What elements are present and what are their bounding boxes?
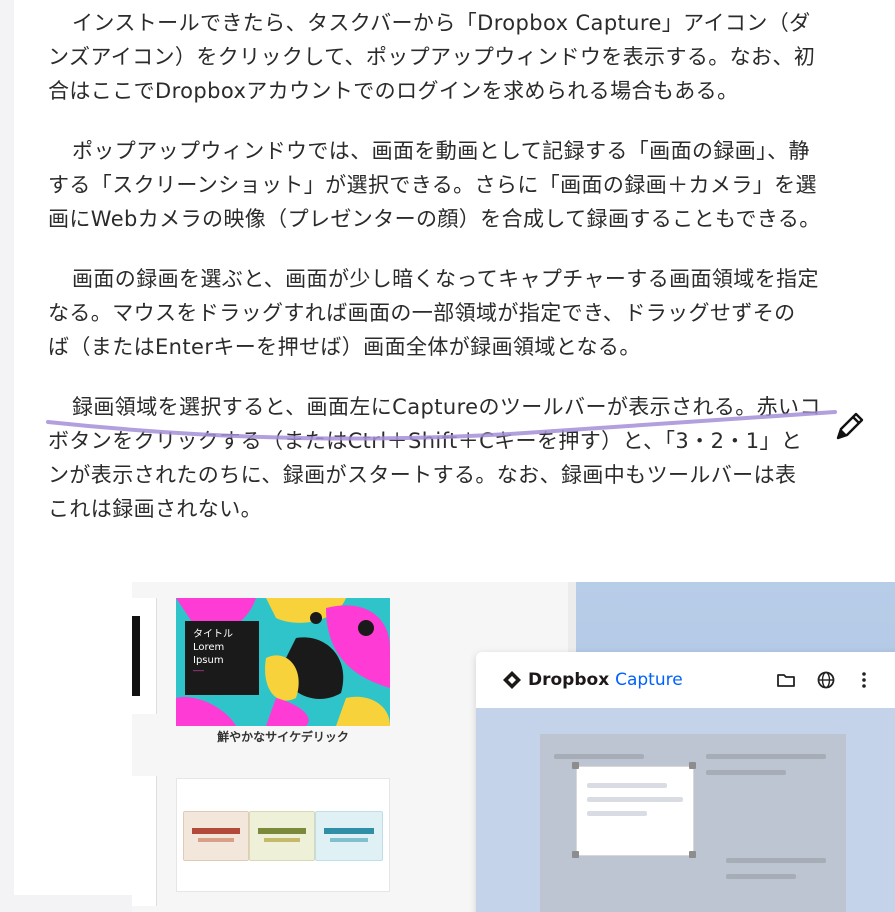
highlight-underline [46, 410, 837, 441]
text-line: ば（またはEnterキーを押せば）画面全体が録画領域となる。 [48, 335, 641, 359]
template-title-line: Lorem [193, 642, 225, 653]
mini-card [315, 811, 383, 861]
text-line: 画にWebカメラの映像（プレゼンターの顔）を合成して録画することもできる。 [48, 207, 821, 231]
selection-handle[interactable] [689, 762, 696, 769]
app-brand: Dropbox Capture [528, 668, 683, 692]
product-name: Capture [615, 670, 683, 690]
template-thumbnail-partial [132, 776, 157, 906]
paragraph-3: 画面の録画を選ぶと、画面が少し暗くなってキャプチャーする画面領域を指定 なる。マ… [48, 262, 895, 364]
text-line: 画面の録画を選ぶと、画面が少し暗くなってキャプチャーする画面領域を指定 [72, 267, 819, 291]
selection-handle[interactable] [572, 851, 579, 858]
paragraph-2: ポップアップウィンドウでは、画面を動画として記録する「画面の録画」、静 する「ス… [48, 134, 895, 236]
template-thumbnail-psychedelic[interactable]: タイトル Lorem Ipsum ─── [176, 598, 390, 726]
template-title-line: Ipsum [193, 655, 224, 666]
mini-card [249, 811, 315, 861]
template-thumbnail-cards[interactable] [176, 778, 390, 892]
text-line: ンが表示されたのちに、録画がスタートする。なお、録画中もツールバーは表 [48, 463, 797, 487]
paragraph-1: インストールできたら、タスクバーから「Dropbox Capture」アイコン（… [48, 6, 895, 108]
selection-handle[interactable] [572, 762, 579, 769]
template-caption: 鮮やかなサイケデリック [217, 730, 349, 744]
capture-preview-area [476, 708, 895, 912]
text-line: ンズアイコン）をクリックして、ポップアップウィンドウを表示する。なお、初 [48, 45, 816, 69]
text-line: する「スクリーンショット」が選択できる。さらに「画面の録画＋カメラ」を選 [48, 173, 817, 197]
brand-name: Dropbox [528, 670, 610, 690]
text-line: ポップアップウィンドウでは、画面を動画として記録する「画面の録画」、静 [72, 139, 810, 163]
article-body: インストールできたら、タスクバーから「Dropbox Capture」アイコン（… [48, 6, 895, 552]
selection-handle[interactable] [689, 851, 696, 858]
globe-icon[interactable] [816, 670, 836, 690]
text-line: なる。マウスをドラッグすれば画面の一部領域が指定でき、ドラッグせずその [48, 301, 796, 325]
text-line: これは録画されない。 [48, 497, 262, 521]
dropbox-logo-icon [503, 671, 521, 689]
mini-card [183, 811, 249, 861]
text-line: インストールできたら、タスクバーから「Dropbox Capture」アイコン（… [72, 11, 811, 35]
folder-icon[interactable] [776, 670, 796, 690]
template-title-line: タイトル [193, 629, 233, 640]
template-title-box: タイトル Lorem Ipsum ─── [185, 621, 259, 695]
dropbox-capture-header: Dropbox Capture [476, 652, 895, 708]
dropbox-capture-window: Dropbox Capture [476, 652, 895, 912]
selection-rectangle[interactable] [576, 766, 694, 856]
embedded-screenshot: タイトル Lorem Ipsum ─── 鮮やかなサイケデリック Dropbox… [132, 582, 895, 912]
more-vertical-icon[interactable] [854, 670, 874, 690]
pencil-icon[interactable] [832, 410, 866, 444]
template-thumbnail-partial [132, 598, 157, 714]
text-line: 合はここでDropboxアカウントでのログインを求められる場合もある。 [48, 79, 739, 103]
